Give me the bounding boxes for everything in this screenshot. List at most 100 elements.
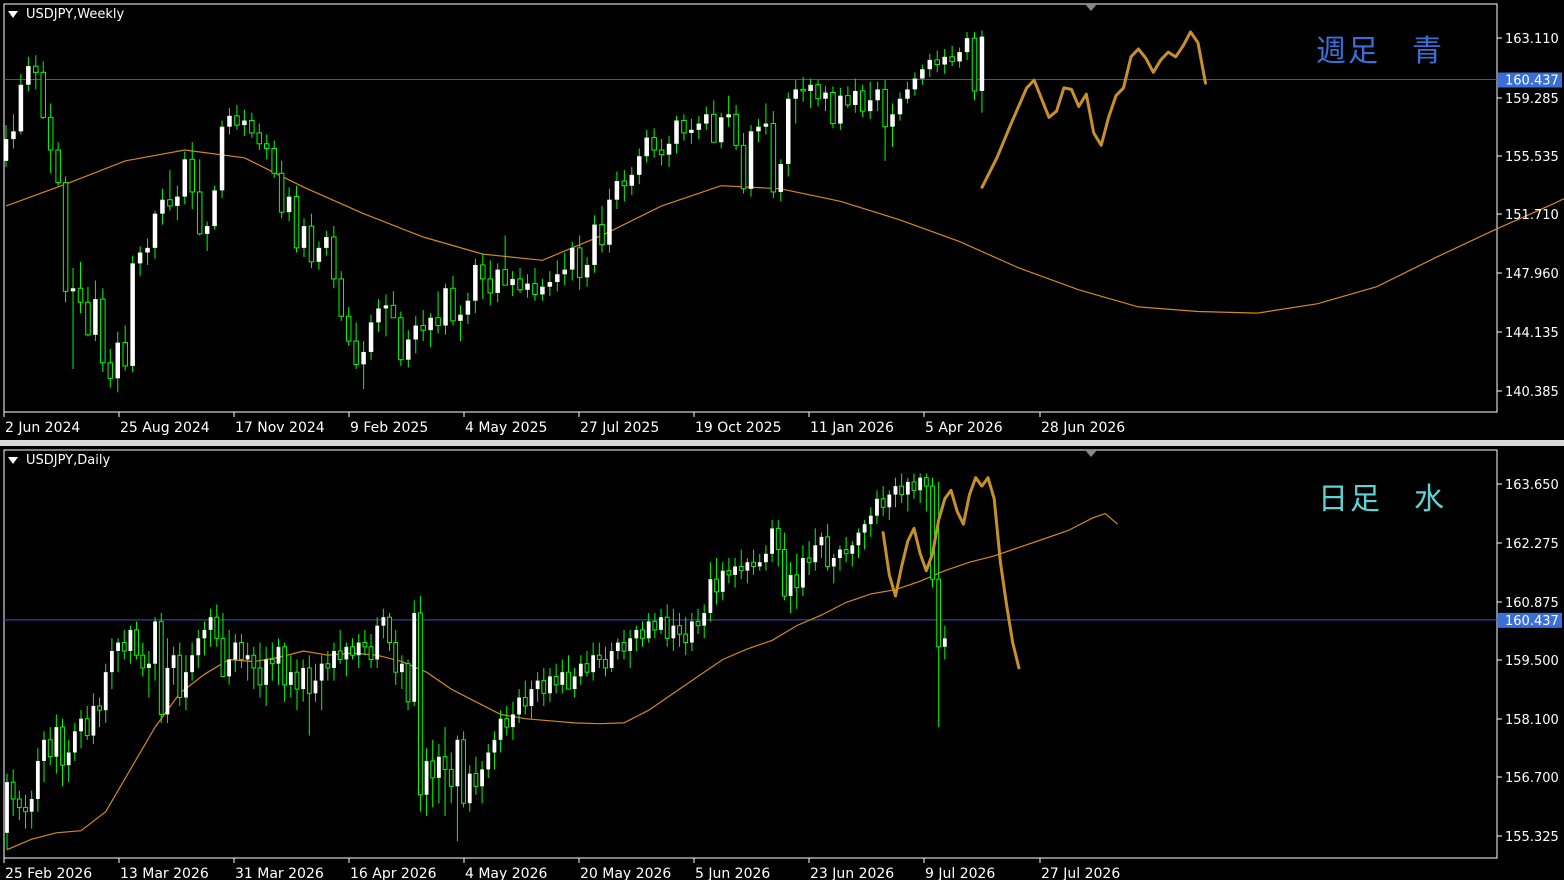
weekly-price-label: 151.710 bbox=[1505, 208, 1559, 223]
daily-candle bbox=[591, 642, 596, 681]
daily-candle-body bbox=[566, 671, 571, 690]
daily-candle-body bbox=[467, 773, 472, 804]
daily-candle-body bbox=[930, 485, 935, 580]
daily-candle bbox=[689, 612, 694, 652]
weekly-candle bbox=[160, 188, 165, 225]
weekly-candle-body bbox=[175, 196, 180, 206]
weekly-candle bbox=[376, 299, 381, 332]
weekly-candle bbox=[890, 103, 895, 147]
daily-candle-body bbox=[313, 680, 318, 694]
daily-chart-pane[interactable]: 163.650 162.275 160.875 159.500 158.100 156.7… bbox=[0, 446, 1564, 880]
daily-candle-body bbox=[843, 549, 849, 555]
weekly-candle bbox=[85, 286, 91, 337]
daily-candle-body bbox=[498, 718, 503, 740]
daily-menu-arrow-icon[interactable] bbox=[8, 457, 18, 464]
weekly-chart-pane[interactable]: 163.110 159.285 155.535 151.710 147.960 144.1… bbox=[0, 0, 1564, 440]
weekly-candle-body bbox=[674, 120, 679, 144]
daily-candle-body bbox=[720, 570, 725, 592]
daily-candle bbox=[875, 490, 879, 525]
daily-candle bbox=[893, 477, 898, 508]
weekly-candle bbox=[55, 142, 61, 186]
daily-candle-body bbox=[10, 781, 16, 800]
weekly-candle-body bbox=[122, 342, 128, 367]
daily-candle-body bbox=[294, 671, 300, 690]
daily-candle-body bbox=[319, 663, 324, 681]
weekly-candle-body bbox=[301, 226, 307, 248]
weekly-candle-body bbox=[390, 304, 397, 319]
daily-date-label: 20 May 2026 bbox=[580, 866, 671, 880]
daily-candle bbox=[337, 629, 343, 664]
weekly-candle bbox=[77, 261, 84, 314]
daily-candle-body bbox=[399, 663, 404, 673]
daily-candle bbox=[158, 612, 164, 723]
weekly-candle bbox=[875, 81, 880, 112]
daily-candle-body bbox=[332, 651, 336, 668]
weekly-candle-body bbox=[33, 65, 39, 73]
weekly-candle-body bbox=[733, 113, 739, 146]
weekly-date-label: 19 Oct 2025 bbox=[695, 420, 782, 436]
daily-candle bbox=[177, 642, 183, 706]
weekly-candle-body bbox=[845, 95, 851, 106]
weekly-candle-body bbox=[800, 88, 806, 92]
weekly-candle-body bbox=[443, 288, 448, 326]
weekly-candle bbox=[607, 188, 612, 253]
daily-candle-body bbox=[578, 663, 583, 677]
weekly-candle bbox=[189, 142, 195, 210]
weekly-candle bbox=[62, 176, 69, 303]
daily-candle-body bbox=[306, 667, 312, 694]
daily-candle bbox=[437, 744, 441, 804]
daily-candle-body bbox=[492, 739, 497, 753]
daily-candle bbox=[147, 651, 151, 698]
daily-candle-body bbox=[522, 697, 528, 707]
daily-candle-body bbox=[239, 642, 244, 660]
daily-candle bbox=[276, 638, 281, 685]
daily-candle-body bbox=[819, 536, 824, 546]
daily-candle-body bbox=[116, 642, 120, 652]
weekly-candle bbox=[651, 128, 657, 158]
weekly-candle bbox=[830, 86, 836, 129]
weekly-candle bbox=[390, 291, 397, 319]
daily-candle-body bbox=[84, 718, 90, 737]
weekly-candle-body bbox=[793, 89, 798, 99]
weekly-candle bbox=[681, 114, 687, 141]
weekly-candle bbox=[420, 309, 426, 342]
weekly-date-label: 4 May 2025 bbox=[465, 420, 547, 436]
weekly-candle-body bbox=[599, 224, 605, 246]
weekly-candle-body bbox=[368, 322, 374, 352]
daily-candle-body bbox=[158, 620, 164, 715]
weekly-candle bbox=[115, 331, 120, 393]
daily-candle-body bbox=[233, 642, 238, 660]
daily-candle-body bbox=[220, 637, 226, 677]
daily-candle bbox=[140, 642, 146, 677]
daily-candle-body bbox=[887, 494, 892, 508]
daily-candle-body bbox=[628, 638, 633, 652]
weekly-date-label: 25 Aug 2024 bbox=[120, 420, 210, 436]
daily-candle bbox=[356, 634, 361, 668]
weekly-candle-body bbox=[47, 116, 54, 151]
daily-candle bbox=[942, 625, 947, 660]
weekly-candle-body bbox=[934, 59, 940, 66]
weekly-candle bbox=[800, 76, 806, 102]
daily-candle bbox=[134, 621, 139, 660]
daily-candle bbox=[23, 794, 28, 829]
weekly-candle-body bbox=[786, 98, 791, 164]
daily-candle-body bbox=[147, 663, 151, 668]
weekly-candle-body bbox=[815, 84, 821, 100]
weekly-candle bbox=[301, 218, 307, 258]
weekly-candle bbox=[324, 230, 329, 256]
weekly-candle bbox=[957, 47, 962, 68]
weekly-candle bbox=[934, 50, 940, 73]
daily-candle bbox=[923, 473, 929, 512]
weekly-menu-arrow-icon[interactable] bbox=[8, 11, 18, 18]
weekly-candle-body bbox=[473, 264, 478, 301]
daily-candle-body bbox=[553, 675, 559, 686]
weekly-candle-body bbox=[517, 278, 523, 291]
weekly-candle bbox=[674, 115, 679, 154]
daily-candle bbox=[467, 765, 472, 812]
daily-candle-body bbox=[875, 498, 879, 516]
weekly-candle-body bbox=[152, 213, 158, 248]
daily-candle bbox=[16, 790, 22, 821]
daily-candle-body bbox=[775, 527, 781, 551]
daily-candle-body bbox=[184, 672, 188, 698]
daily-price-label: 162.275 bbox=[1505, 537, 1559, 552]
